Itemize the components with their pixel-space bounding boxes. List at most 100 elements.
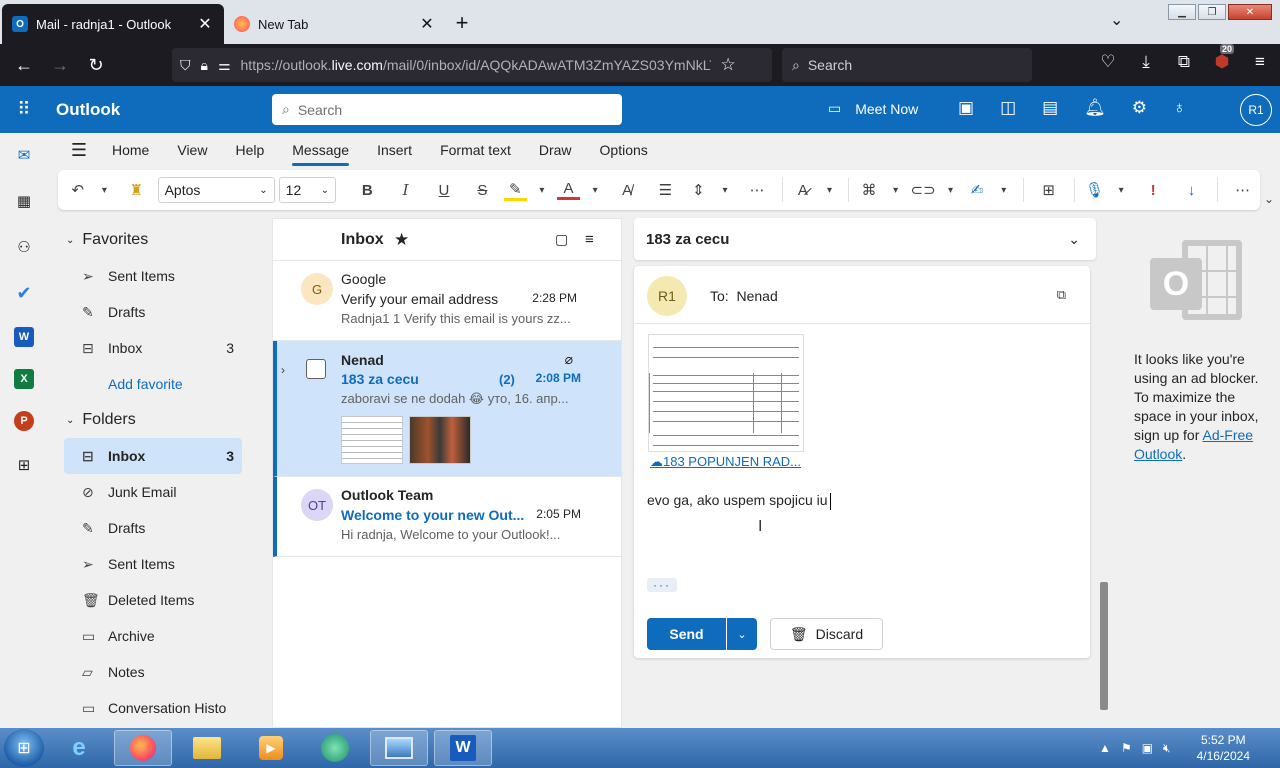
link-dropdown-chevron-icon[interactable]: ▾ [940,185,962,196]
forward-arrow-icon[interactable]: → [42,55,78,76]
more-apps-icon[interactable]: ⊞ [12,453,36,477]
line-spacing-dropdown-chevron-icon[interactable]: ▾ [714,185,736,196]
message-row[interactable]: G Google Verify your email address 2:28 … [273,261,621,341]
underline-icon[interactable]: U [427,182,461,199]
start-button-windows-icon[interactable]: ⊞ [4,729,44,767]
menu-hamburger-icon[interactable]: ≡ [1250,52,1270,72]
folder-deleted-items[interactable]: 🗑︎ Deleted Items [64,582,242,618]
attachment-thumbnail[interactable] [409,416,471,464]
folder-junk-email[interactable]: ⊘ Junk Email [64,474,242,510]
inline-image-attachment[interactable] [648,334,804,452]
favorite-inbox[interactable]: ⊟ Inbox 3 [64,330,242,366]
dictate-microphone-icon[interactable]: 🎙︎ [1083,181,1107,199]
strikethrough-icon[interactable]: S [465,182,499,199]
lock-icon[interactable]: 🔒︎ [201,57,208,74]
app-launcher-icon[interactable]: ⠿ [0,99,48,120]
window-close-icon[interactable]: ✕ [1228,4,1272,20]
action-center-flag-icon[interactable]: ⚑ [1121,741,1132,755]
favorite-drafts[interactable]: ✎ Drafts [64,294,242,330]
folder-archive[interactable]: ▭ Archive [64,618,242,654]
highlight-icon[interactable]: ✎ [503,180,528,201]
minimize-icon[interactable]: ▁ [1168,4,1196,20]
teams-icon[interactable]: ▣ [958,98,974,118]
folder-notes[interactable]: ▱ Notes [64,654,242,690]
attach-file-icon[interactable]: ⌘ [857,181,881,199]
tab-format-text[interactable]: Format text [430,142,529,158]
tab-outlook[interactable]: O Mail - radnja1 - Outlook ✕ [2,4,224,44]
ribbon-expand-chevron-icon[interactable]: ⌄ [1264,192,1274,206]
tab-insert[interactable]: Insert [367,142,430,158]
clear-formatting-icon[interactable]: A̸ [610,182,644,199]
downloads-icon[interactable]: ⤓ [1136,52,1156,72]
bell-icon[interactable]: 🔔︎ [1084,98,1106,118]
favorite-star-icon[interactable]: ★ [394,230,409,250]
extensions-icon[interactable]: ⧉ [1174,52,1194,72]
calendar-icon[interactable]: ▦ [12,189,36,213]
to-field[interactable]: To: Nenad [710,288,778,304]
word-icon[interactable]: W [14,327,34,347]
word-taskbar-icon[interactable]: W [434,730,492,766]
message-row[interactable]: OT Outlook Team Welcome to your new Out.… [273,477,621,557]
mail-search-input[interactable]: ⌕ Search [272,94,622,125]
low-importance-icon[interactable]: ↓ [1174,182,1208,199]
navigation-pane-toggle-icon[interactable]: ☰ [56,140,102,161]
url-bar[interactable]: ⛉ 🔒︎ ⚌ https://outlook.live.com/mail/0/i… [172,48,772,82]
send-options-chevron-icon[interactable]: ⌄ [726,618,757,650]
signature-dropdown-chevron-icon[interactable]: ▾ [993,185,1015,196]
list-all-tabs-chevron-icon[interactable]: ⌄ [1110,10,1123,30]
more-options-icon[interactable]: ⋯ [1226,181,1260,199]
new-tab-plus-icon[interactable]: + [446,10,478,36]
highlight-dropdown-chevron-icon[interactable]: ▾ [531,185,553,196]
bookmark-star-icon[interactable]: ☆ [721,55,736,75]
powerpoint-icon[interactable]: P [14,411,34,431]
file-explorer-icon[interactable] [178,730,236,766]
people-icon[interactable]: ⚇ [12,235,36,259]
show-hidden-icons-icon[interactable]: ▲ [1099,741,1111,755]
favorite-sent-items[interactable]: ➢ Sent Items [64,258,242,294]
select-checkbox[interactable] [306,359,326,379]
font-color-dropdown-chevron-icon[interactable]: ▾ [584,185,606,196]
styles-dropdown-chevron-icon[interactable]: ▾ [819,185,841,196]
firefox-icon[interactable] [114,730,172,766]
bullets-icon[interactable]: ☰ [648,181,682,199]
high-importance-icon[interactable]: ! [1136,182,1170,199]
tips-lightbulb-icon[interactable]: ♁ [1173,98,1186,118]
format-painter-icon[interactable]: ♜ [119,181,153,199]
mail-icon[interactable]: ✉ [12,143,36,167]
volume-muted-icon[interactable]: 🔇︎ [1163,741,1171,756]
browser-search-bar[interactable]: ⌕ Search [782,48,1032,82]
italic-icon[interactable]: I [388,181,422,199]
font-color-icon[interactable]: A [556,180,581,200]
shield-icon[interactable]: ⛉ [180,57,191,74]
close-tab-icon[interactable]: ✕ [196,14,214,34]
undo-dropdown-chevron-icon[interactable]: ▾ [94,185,116,196]
folder-conversation-history[interactable]: ▭ Conversation Histo [64,690,242,726]
send-button[interactable]: Send [647,618,726,650]
excel-icon[interactable]: X [14,369,34,389]
dictate-dropdown-chevron-icon[interactable]: ▾ [1110,185,1132,196]
permissions-icon[interactable]: ⚌ [218,57,231,74]
tab-message[interactable]: Message [282,142,367,166]
messenger-icon[interactable] [306,730,364,766]
attachment-thumbnail[interactable] [341,416,403,464]
font-size-select[interactable]: 12 ⌄ [278,177,337,203]
link-icon[interactable]: ⊂⊃ [911,181,936,199]
media-player-icon[interactable]: ▶ [242,730,300,766]
tab-options[interactable]: Options [590,142,666,158]
line-spacing-icon[interactable]: ⇕ [687,181,711,199]
clock[interactable]: 5:52 PM 4/16/2024 [1197,732,1250,764]
bold-icon[interactable]: B [350,182,384,199]
ublock-extension-icon[interactable]: ⬢ 20 [1212,44,1235,72]
my-day-icon[interactable]: ▤ [1042,98,1058,118]
chevron-down-icon[interactable]: ⌄ [1068,231,1080,248]
tab-new-tab[interactable]: New Tab ✕ [224,4,446,44]
reading-pane-scrollbar[interactable] [1100,582,1108,710]
expand-thread-chevron-icon[interactable]: › [281,363,285,377]
pocket-icon[interactable]: ♡ [1098,52,1118,72]
styles-icon[interactable]: A̷ [791,182,815,199]
attachment-link[interactable]: ☁183 POPUNJEN RAD... [650,454,801,470]
back-arrow-icon[interactable]: ← [6,55,42,76]
apps-grid-icon[interactable]: ⊞ [1031,181,1065,199]
folder-drafts[interactable]: ✎ Drafts [64,510,242,546]
onenote-icon[interactable]: ◫ [1000,98,1016,118]
